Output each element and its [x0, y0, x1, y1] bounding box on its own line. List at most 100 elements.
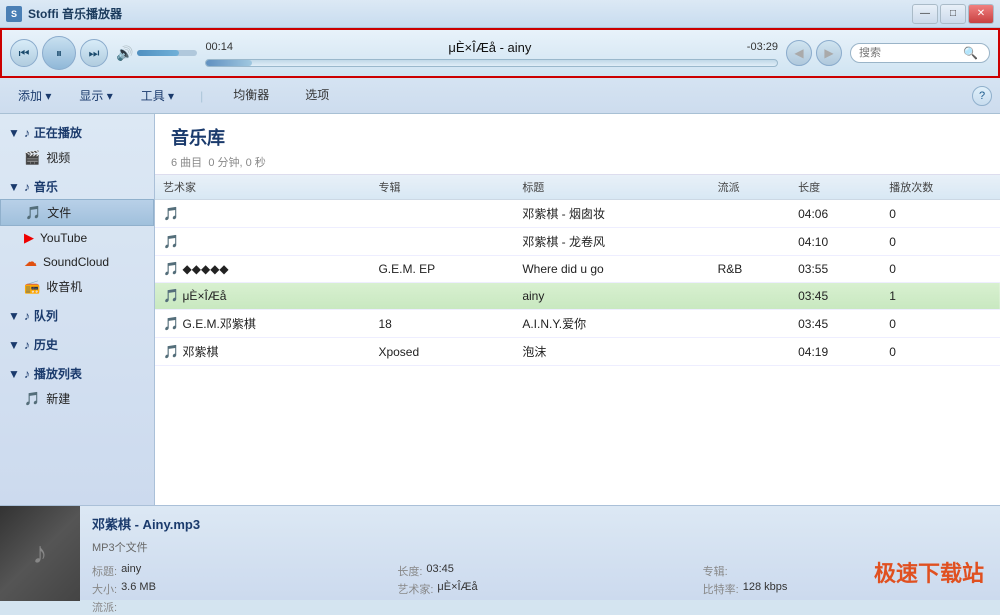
table-row[interactable]: 🎵 邓紫棋 - 烟囱妆 04:06 0	[155, 200, 1000, 228]
sidebar-files-label: 文件	[47, 204, 71, 221]
status-length-field: 长度: 03:45	[397, 563, 682, 579]
title-bar: S Stoffi 音乐播放器 — □ ✕	[0, 0, 1000, 28]
music-icon: ♪	[24, 126, 30, 140]
sidebar-youtube-label: YouTube	[40, 231, 87, 245]
sidebar-item-new-playlist[interactable]: 🎵 新建	[0, 386, 154, 411]
sidebar-playlists-label: 播放列表	[34, 365, 82, 382]
status-genre-field: 流派:	[92, 599, 377, 615]
status-bar: 邓紫棋 - Ainy.mp3 MP3个文件 标题: ainy 长度: 03:45…	[0, 505, 1000, 600]
tab-options[interactable]: 选项	[291, 82, 343, 109]
cell-length: 03:45	[790, 283, 881, 310]
sidebar-header-music[interactable]: ▼ ♪ 音乐	[0, 174, 154, 199]
time-remain: -03:29	[747, 41, 778, 53]
forward-button[interactable]: ▶	[816, 40, 842, 66]
volume-bar[interactable]	[137, 50, 197, 56]
status-title-label: 标题:	[92, 563, 117, 579]
row-icon: 🎵	[163, 344, 179, 359]
album-art	[0, 506, 80, 601]
sidebar-header-nowplaying[interactable]: ▼ ♪ 正在播放	[0, 120, 154, 145]
search-box[interactable]: 🔍	[850, 43, 990, 63]
cell-title: A.I.N.Y.爱你	[514, 310, 709, 338]
status-length-value: 03:45	[426, 563, 454, 579]
cell-album: G.E.M. EP	[370, 256, 514, 283]
sidebar-item-soundcloud[interactable]: ☁ SoundCloud	[0, 250, 154, 274]
nav-buttons: ◀ ▶	[786, 40, 842, 66]
watermark-suffix: 下载站	[918, 561, 984, 586]
col-album: 专辑	[370, 175, 514, 200]
cell-artist: 🎵 邓紫棋	[155, 338, 370, 366]
status-artist-field: 艺术家: μÈ×ÎÆå	[397, 581, 682, 597]
sidebar-header-history[interactable]: ▼ ♪ 历史	[0, 332, 154, 357]
row-icon: 🎵	[163, 261, 179, 276]
view-menu[interactable]: 显示 ▾	[69, 84, 122, 107]
sidebar-item-files[interactable]: 🎵 文件	[0, 199, 154, 226]
cell-genre	[710, 338, 791, 366]
back-button[interactable]: ◀	[786, 40, 812, 66]
arrow-icon-5: ▼	[8, 367, 20, 381]
play-button[interactable]: ⏸	[42, 36, 76, 70]
row-icon: 🎵	[163, 206, 179, 221]
watermark-prefix: 极速	[874, 561, 918, 586]
volume-control[interactable]: 🔊	[116, 45, 197, 62]
progress-bar[interactable]	[205, 59, 778, 67]
sidebar-section-history: ▼ ♪ 历史	[0, 332, 154, 357]
status-length-label: 长度:	[397, 563, 422, 579]
video-icon: 🎬	[24, 150, 40, 166]
transport-controls: ⏮ ⏸ ⏭	[10, 36, 108, 70]
tab-equalizer[interactable]: 均衡器	[219, 82, 283, 109]
sidebar: ▼ ♪ 正在播放 🎬 视频 ▼ ♪ 音乐 🎵 文件 ▶ YouTube	[0, 114, 155, 509]
status-title-field: 标题: ainy	[92, 563, 377, 579]
soundcloud-icon: ☁	[24, 254, 37, 270]
volume-fill	[137, 50, 179, 56]
status-size-field: 大小: 3.6 MB	[92, 581, 377, 597]
add-menu[interactable]: 添加 ▾	[8, 84, 61, 107]
table-row[interactable]: 🎵 G.E.M.邓紫棋 18 A.I.N.Y.爱你 03:45 0	[155, 310, 1000, 338]
table-row[interactable]: 🎵 ◆◆◆◆◆ G.E.M. EP Where did u go R&B 03:…	[155, 256, 1000, 283]
table-row[interactable]: 🎵 μÈ×ÎÆå ainy 03:45 1	[155, 283, 1000, 310]
cell-length: 04:10	[790, 228, 881, 256]
cell-album	[370, 228, 514, 256]
arrow-icon: ▼	[8, 126, 20, 140]
status-size-value: 3.6 MB	[121, 581, 156, 597]
sidebar-item-video[interactable]: 🎬 视频	[0, 145, 154, 170]
next-button[interactable]: ⏭	[80, 39, 108, 67]
status-artist-value: μÈ×ÎÆå	[437, 581, 477, 597]
cell-genre	[710, 200, 791, 228]
cell-plays: 0	[881, 310, 1000, 338]
prev-button[interactable]: ⏮	[10, 39, 38, 67]
cell-artist: 🎵 ◆◆◆◆◆	[155, 256, 370, 283]
cell-album	[370, 200, 514, 228]
maximize-button[interactable]: □	[940, 4, 966, 24]
sidebar-soundcloud-label: SoundCloud	[43, 255, 109, 269]
sidebar-queue-label: 队列	[34, 307, 58, 324]
cell-plays: 1	[881, 283, 1000, 310]
tools-menu[interactable]: 工具 ▾	[131, 84, 184, 107]
cell-length: 04:06	[790, 200, 881, 228]
col-title: 标题	[514, 175, 709, 200]
table-row[interactable]: 🎵 邓紫棋 - 龙卷风 04:10 0	[155, 228, 1000, 256]
sidebar-header-playlists[interactable]: ▼ ♪ 播放列表	[0, 361, 154, 386]
app-icon: S	[6, 6, 22, 22]
sidebar-item-radio[interactable]: 📻 收音机	[0, 274, 154, 299]
table-row[interactable]: 🎵 邓紫棋 Xposed 泡沫 04:19 0	[155, 338, 1000, 366]
minimize-button[interactable]: —	[912, 4, 938, 24]
close-button[interactable]: ✕	[968, 4, 994, 24]
music-icon-2: ♪	[24, 180, 30, 194]
help-button[interactable]: ?	[972, 86, 992, 106]
sidebar-item-youtube[interactable]: ▶ YouTube	[0, 226, 154, 250]
col-artist: 艺术家	[155, 175, 370, 200]
sidebar-new-playlist-label: 新建	[46, 390, 70, 407]
status-album-label: 专辑:	[703, 563, 728, 579]
sidebar-section-nowplaying: ▼ ♪ 正在播放 🎬 视频	[0, 120, 154, 170]
cell-genre	[710, 228, 791, 256]
sidebar-history-label: 历史	[34, 336, 58, 353]
search-input[interactable]	[859, 47, 959, 59]
sidebar-section-playlists: ▼ ♪ 播放列表 🎵 新建	[0, 361, 154, 411]
table-header-row: 艺术家 专辑 标题 流派 长度 播放次数	[155, 175, 1000, 200]
progress-fill	[206, 60, 252, 66]
sidebar-header-queue[interactable]: ▼ ♪ 队列	[0, 303, 154, 328]
status-size-label: 大小:	[92, 581, 117, 597]
files-icon: 🎵	[25, 205, 41, 221]
library-count: 6 曲目 0 分钟, 0 秒	[171, 157, 266, 169]
cell-artist: 🎵	[155, 228, 370, 256]
